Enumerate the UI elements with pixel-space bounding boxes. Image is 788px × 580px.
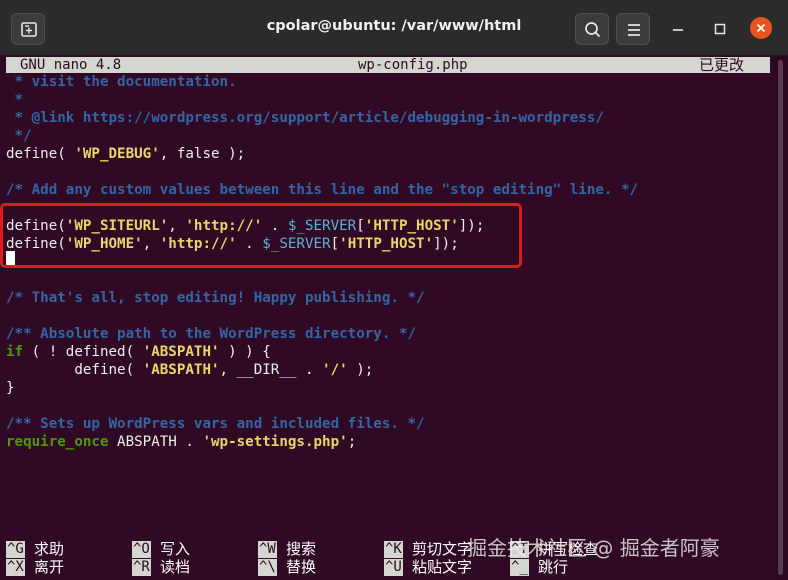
nano-header-bar: GNU nano 4.8 wp-config.php 已更改	[6, 57, 770, 73]
search-button[interactable]	[575, 13, 609, 45]
nano-version: GNU nano 4.8	[20, 57, 122, 73]
window-titlebar: cpolar@ubuntu: /var/www/html	[0, 0, 788, 56]
code-line: }	[6, 379, 15, 397]
shortcut-label: 写入	[160, 540, 191, 558]
code-token: */	[6, 128, 32, 144]
shortcut-key: ^U	[384, 559, 403, 576]
code-token: 'wp-settings.php'	[202, 434, 348, 450]
code-line: /** Sets up WordPress vars and included …	[6, 415, 425, 433]
shortcut-key: ^G	[6, 541, 25, 558]
code-line: * visit the documentation.	[6, 73, 237, 91]
shortcut-label: 离开	[34, 558, 65, 576]
close-button[interactable]	[750, 17, 772, 39]
shortcut-label: 剪切文字	[412, 540, 473, 558]
code-token: );	[347, 362, 374, 378]
code-token: 'ABSPATH'	[142, 344, 220, 360]
scrollbar-thumb[interactable]	[778, 60, 783, 575]
shortcut-key: ^R	[132, 559, 151, 576]
code-token: ;	[347, 434, 357, 450]
search-icon	[585, 22, 601, 38]
close-icon	[756, 23, 766, 33]
watermark: 掘金技术社区 @ 掘金者阿豪	[467, 536, 720, 560]
shortcut-label: 跳行	[538, 558, 569, 576]
shortcut-label: 替换	[286, 558, 317, 576]
shortcut-key: ^O	[132, 541, 151, 558]
code-token: if	[6, 344, 24, 360]
nano-modified-status: 已更改	[699, 56, 745, 74]
code-token: ( ! defined(	[23, 344, 143, 360]
shortcut-label: 读档	[160, 558, 191, 576]
nano-filename: wp-config.php	[358, 57, 468, 73]
code-token: /** Absolute path to the WordPress direc…	[6, 326, 416, 342]
code-token: 'ABSPATH'	[142, 362, 220, 378]
code-token: ABSPATH .	[108, 434, 203, 450]
code-token: require_once	[6, 434, 109, 450]
code-line: define( 'WP_DEBUG', false );	[6, 145, 245, 163]
shortcut-key: ^\	[258, 559, 277, 576]
code-line: */	[6, 127, 32, 145]
code-token: * @link https://wordpress.org/support/ar…	[6, 110, 604, 126]
code-line: /** Absolute path to the WordPress direc…	[6, 325, 416, 343]
code-line: *	[6, 91, 24, 109]
code-token: /* Add any custom values between this li…	[6, 182, 639, 198]
terminal-area[interactable]	[0, 56, 775, 580]
shortcut-key: ^W	[258, 541, 277, 558]
code-token: , __DIR__ .	[219, 362, 323, 378]
code-token: *	[6, 92, 24, 108]
code-token: * visit the documentation.	[6, 74, 237, 90]
code-token: }	[6, 380, 15, 396]
code-token: define(	[6, 146, 75, 162]
code-token: , false );	[159, 146, 246, 162]
highlight-box	[0, 203, 522, 268]
code-token: '/'	[322, 362, 348, 378]
minimize-icon[interactable]	[667, 18, 689, 40]
code-line: define( 'ABSPATH', __DIR__ . '/' );	[6, 361, 373, 379]
code-line: * @link https://wordpress.org/support/ar…	[6, 109, 604, 127]
menu-button[interactable]	[616, 13, 650, 45]
shortcut-label: 粘贴文字	[412, 558, 473, 576]
code-token: ) ) {	[219, 344, 271, 360]
maximize-icon[interactable]	[709, 18, 731, 40]
shortcut-label: 求助	[34, 540, 65, 558]
hamburger-menu-icon	[628, 24, 640, 36]
shortcut-key: ^X	[6, 559, 25, 576]
code-line: if ( ! defined( 'ABSPATH' ) ) {	[6, 343, 271, 361]
code-token: /* That's all, stop editing! Happy publi…	[6, 290, 425, 306]
code-line: /* Add any custom values between this li…	[6, 181, 638, 199]
shortcut-key: ^K	[384, 541, 403, 558]
code-line: /* That's all, stop editing! Happy publi…	[6, 289, 425, 307]
code-token: 'WP_DEBUG'	[74, 146, 160, 162]
code-token: /** Sets up WordPress vars and included …	[6, 416, 425, 432]
code-line: require_once ABSPATH . 'wp-settings.php'…	[6, 433, 356, 451]
shortcut-label: 搜索	[286, 540, 317, 558]
shortcut-key: ^_	[510, 559, 529, 576]
code-token: define(	[6, 362, 143, 378]
